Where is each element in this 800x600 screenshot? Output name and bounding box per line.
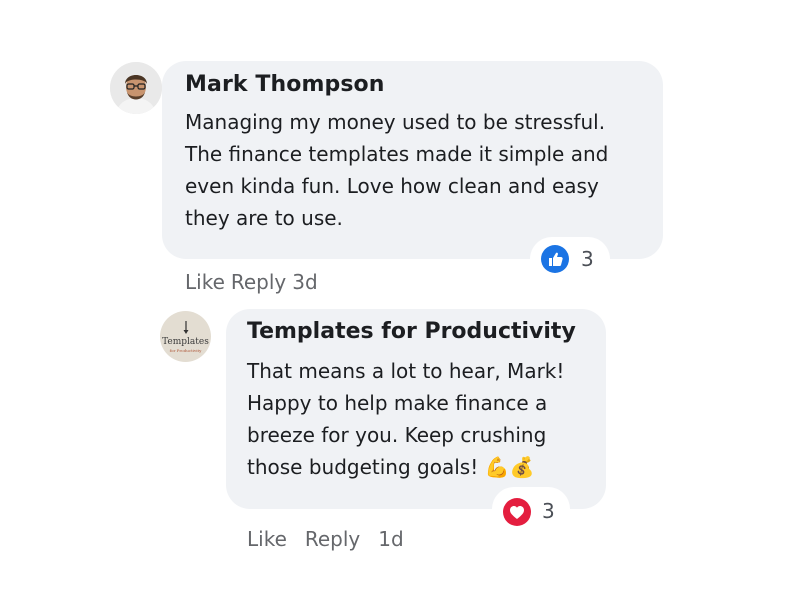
comment-actions: Like Reply 3d [185,270,324,294]
like-icon[interactable] [541,245,569,273]
page-avatar[interactable]: Templates for Productivity [160,311,211,362]
comment-line: they are to use. [185,206,343,230]
reply-link[interactable]: Reply [231,270,286,294]
comment-author[interactable]: Mark Thompson [185,72,385,97]
comment-text: That means a lot to hear, Mark! Happy to… [247,355,597,483]
pen-icon [183,321,189,334]
reply-link[interactable]: Reply [305,527,360,551]
comment-line: That means a lot to hear, Mark! [247,359,565,383]
comment-author[interactable]: Templates for Productivity [247,319,576,344]
timestamp[interactable]: 3d [292,270,317,294]
comment-line: Happy to help make finance a [247,391,548,415]
comment-line: even kinda fun. Love how clean and easy [185,174,599,198]
comment-line: breeze for you. Keep crushing [247,423,547,447]
heart-icon[interactable] [503,498,531,526]
reaction-count: 3 [581,247,594,271]
logo-subtext: for Productivity [169,348,202,353]
logo-text: Templates [162,337,209,347]
like-link[interactable]: Like [185,270,225,294]
timestamp[interactable]: 1d [378,527,403,551]
person-avatar-icon [110,62,162,114]
like-link[interactable]: Like [247,527,287,551]
comment-line: Managing my money used to be stressful. [185,110,606,134]
comment-line: those budgeting goals! 💪💰 [247,455,535,479]
comment-actions: Like Reply 1d [247,527,422,551]
comment-text: Managing my money used to be stressful. … [185,106,655,234]
avatar[interactable] [110,62,162,114]
comment-line: The finance templates made it simple and [185,142,609,166]
reaction-count: 3 [542,499,555,523]
